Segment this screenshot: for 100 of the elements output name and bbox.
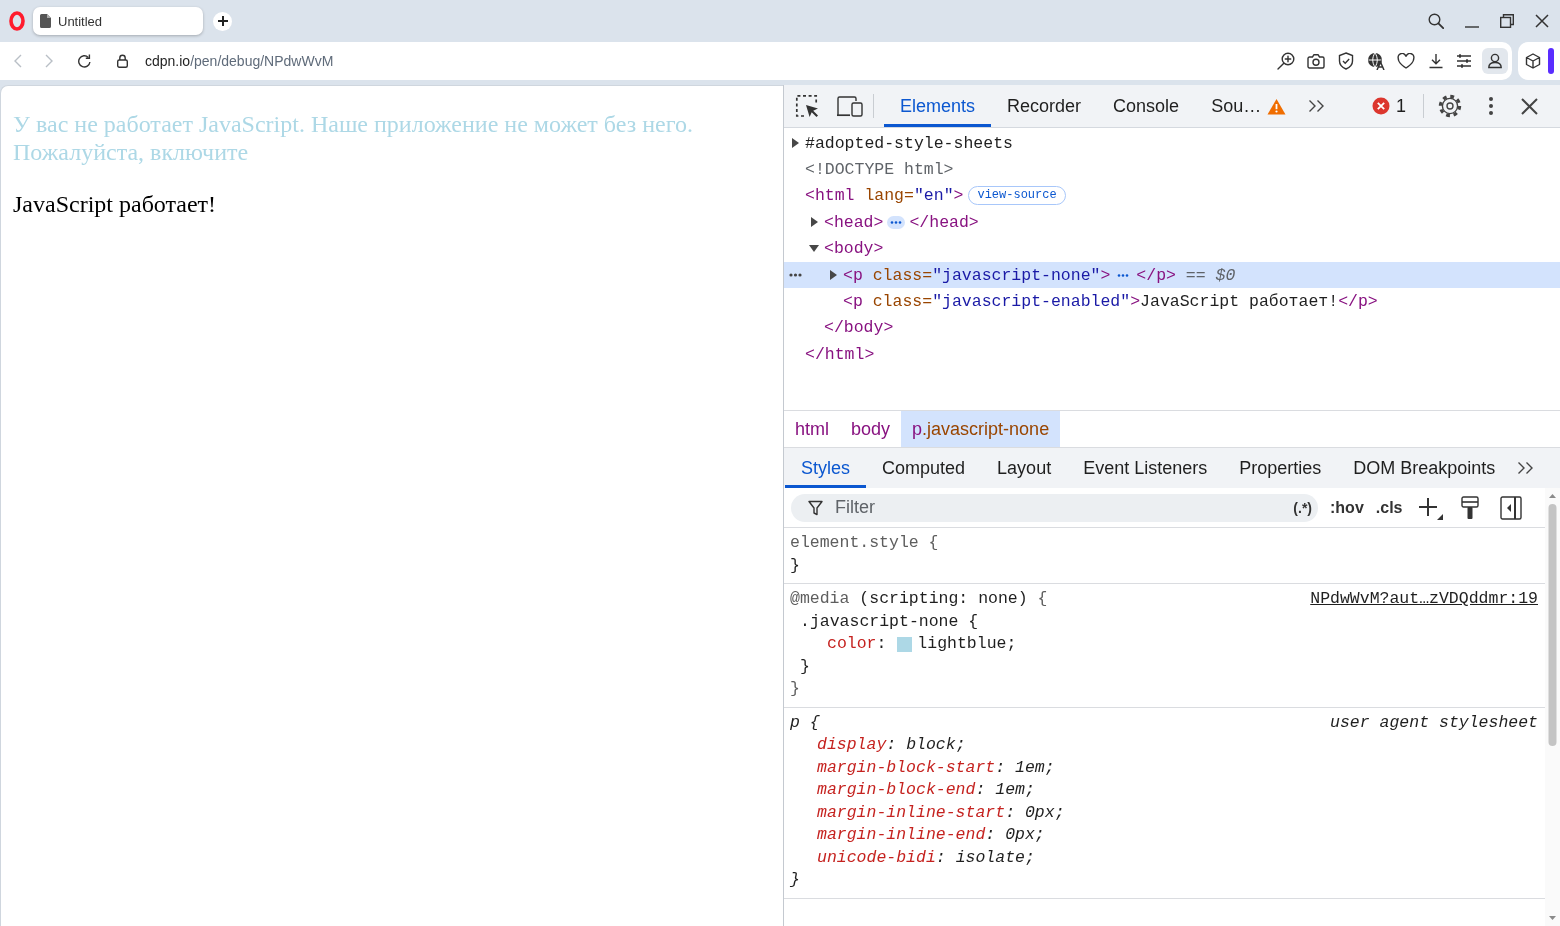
sidebar-marker-icon bbox=[1548, 48, 1554, 74]
css-property: margin-block-end: bbox=[817, 779, 987, 801]
plus-icon[interactable] bbox=[1418, 495, 1444, 520]
double-chevron-icon[interactable] bbox=[1517, 461, 1535, 475]
css-value: 1em; bbox=[1015, 756, 1055, 779]
markup-text: <body> bbox=[824, 239, 884, 259]
breadcrumb[interactable]: body bbox=[840, 411, 902, 447]
heart-icon[interactable] bbox=[1397, 53, 1416, 69]
panel-toggle-icon[interactable] bbox=[1500, 495, 1523, 520]
markup-text: <p class="javascript-enabled">JavaScript работает!</p> bbox=[843, 292, 1378, 312]
error-icon bbox=[1372, 97, 1390, 115]
new-tab-button[interactable] bbox=[213, 11, 232, 31]
devices-icon[interactable] bbox=[837, 95, 863, 117]
profile-icon[interactable] bbox=[1482, 48, 1508, 74]
markup-text: </p> == $0 bbox=[1136, 265, 1236, 285]
panel-tab[interactable]: Console bbox=[1097, 85, 1196, 127]
markup-text: <p class="javascript-none"> bbox=[843, 265, 1111, 285]
css-closing-brace: } bbox=[790, 870, 800, 889]
css-property: margin-inline-start: bbox=[817, 801, 1017, 824]
dom-tree-row[interactable]: #adopted-style-sheets bbox=[784, 130, 1560, 157]
markup-text: </head> bbox=[909, 212, 979, 232]
camera-icon[interactable] bbox=[1307, 53, 1326, 69]
color-swatch-icon[interactable] bbox=[897, 636, 913, 652]
search-icon[interactable] bbox=[1428, 13, 1444, 29]
css-closing-brace: } bbox=[800, 656, 810, 676]
panel-tab[interactable]: Elements bbox=[884, 85, 992, 127]
ellipsis-icon[interactable] bbox=[887, 215, 906, 229]
sidebar-tab[interactable]: Styles bbox=[785, 448, 867, 488]
download-icon[interactable] bbox=[1427, 53, 1444, 69]
triangle-right-icon[interactable] bbox=[811, 217, 818, 228]
panel-tab[interactable]: Recorder bbox=[991, 85, 1098, 127]
settings-icon[interactable] bbox=[1438, 94, 1462, 118]
css-value: isolate; bbox=[955, 846, 1035, 869]
regex-toggle[interactable]: (.*) bbox=[1293, 499, 1312, 516]
css-rule-header: p { bbox=[790, 711, 820, 734]
shield-check-icon[interactable] bbox=[1338, 52, 1355, 70]
filter-icon bbox=[808, 499, 823, 516]
globe-letter-icon[interactable] bbox=[1366, 52, 1385, 70]
panel-tab[interactable]: Sou… bbox=[1195, 85, 1303, 127]
sidebar-tab[interactable]: Properties bbox=[1223, 448, 1338, 488]
css-value: 1em; bbox=[995, 779, 1035, 801]
dom-tree-row[interactable]: <p class="javascript-none"> </p> == $0 bbox=[784, 261, 1560, 289]
lock-icon bbox=[117, 54, 128, 68]
sliders-icon[interactable] bbox=[1456, 54, 1473, 68]
sidebar-tab[interactable]: Event Listeners bbox=[1067, 448, 1224, 488]
error-counter[interactable]: 1 bbox=[1372, 95, 1406, 117]
paragraph: У вас не работает JavaScript. Наше приложение не может без него. Пожалуйста, включите bbox=[13, 110, 694, 166]
css-property: color: bbox=[827, 633, 888, 655]
css-rule-header: element.style { bbox=[790, 532, 939, 554]
ellipsis-icon[interactable] bbox=[789, 273, 802, 278]
stylesheet-origin-label: user agent stylesheet bbox=[1330, 711, 1538, 734]
sidebar-tab[interactable]: Computed bbox=[866, 448, 982, 488]
css-property: display: bbox=[817, 734, 898, 756]
paragraph: JavaScript работает! bbox=[13, 190, 218, 218]
triangle-right-icon[interactable] bbox=[792, 138, 799, 149]
breadcrumb[interactable]: p.javascript-none bbox=[901, 411, 1061, 447]
markup-text: </html> bbox=[805, 344, 875, 364]
markup-text: <head> bbox=[824, 212, 884, 232]
breadcrumb[interactable]: html bbox=[784, 411, 840, 447]
plus-icon bbox=[217, 16, 228, 26]
triangle-down-icon[interactable] bbox=[809, 245, 819, 253]
markup-text: <html lang="en"> bbox=[805, 186, 964, 206]
cube-icon[interactable] bbox=[1525, 53, 1541, 69]
double-chevron-icon[interactable] bbox=[1308, 99, 1326, 113]
markup-text: <!DOCTYPE html> bbox=[805, 160, 954, 180]
dom-tree-row[interactable]: <body> bbox=[784, 235, 1560, 262]
dom-tree-row[interactable]: <head> </head> bbox=[784, 209, 1560, 236]
pane-toggle-button[interactable]: .cls bbox=[1375, 498, 1403, 517]
css-property: unicode-bidi: bbox=[817, 846, 947, 869]
css-value: block; bbox=[906, 734, 966, 756]
close-icon[interactable] bbox=[1521, 97, 1538, 115]
markup-text: #adopted-style-sheets bbox=[805, 133, 1013, 153]
kebab-menu-icon[interactable] bbox=[1489, 97, 1493, 115]
markup-text: </body> bbox=[824, 318, 894, 338]
inspect-icon[interactable] bbox=[795, 94, 819, 118]
brush-icon[interactable] bbox=[1461, 495, 1480, 520]
dom-tree-row[interactable]: <html lang="en"> view-source bbox=[784, 182, 1560, 210]
document-icon bbox=[40, 14, 51, 28]
magnifier-plus-icon[interactable] bbox=[1276, 52, 1295, 70]
css-value: 0px; bbox=[1005, 824, 1045, 846]
restore-icon[interactable] bbox=[1500, 14, 1514, 28]
dom-tree-row[interactable]: <p class="javascript-enabled">JavaScript работает!</p> bbox=[784, 288, 1560, 315]
css-property: margin-block-start: bbox=[817, 756, 1007, 779]
close-icon[interactable] bbox=[1535, 14, 1549, 28]
sidebar-tab[interactable]: DOM Breakpoints bbox=[1337, 448, 1512, 488]
pane-toggle-button[interactable]: :hov bbox=[1330, 498, 1364, 517]
sidebar-tab[interactable]: Layout bbox=[981, 448, 1068, 488]
css-value: 0px; bbox=[1024, 801, 1065, 824]
browser-logo-icon[interactable] bbox=[9, 11, 25, 31]
css-property: margin-inline-end: bbox=[817, 824, 997, 846]
dom-tree-row[interactable]: <!DOCTYPE html> bbox=[784, 156, 1560, 183]
browser-tab[interactable]: Untitled bbox=[33, 7, 203, 35]
stylesheet-link[interactable]: NPdwWvM?aut…zVDQddmr:19 bbox=[1310, 588, 1538, 611]
css-closing-brace: } bbox=[790, 679, 800, 698]
filter-field[interactable]: Filter (.*) bbox=[791, 493, 1318, 522]
reload-icon[interactable] bbox=[77, 54, 91, 68]
css-value: lightblue; bbox=[917, 633, 1017, 655]
address-field[interactable]: cdpn.io/pen/debug/NPdwWvM bbox=[117, 42, 1277, 80]
triangle-right-icon[interactable] bbox=[830, 270, 837, 281]
css-closing-brace: } bbox=[790, 555, 800, 575]
